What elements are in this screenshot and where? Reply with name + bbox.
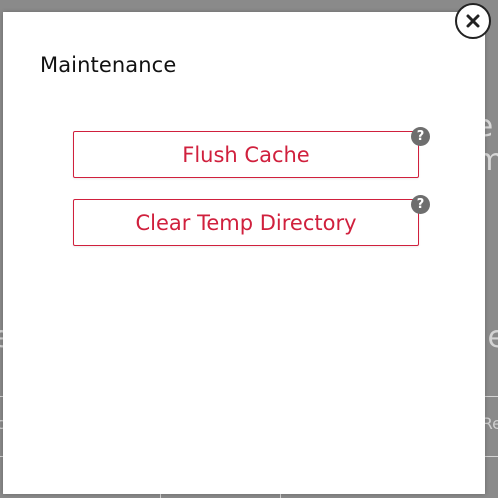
page: e m e e c Re Maintenance Flush Cache ? C…: [0, 0, 498, 498]
close-button[interactable]: [455, 3, 491, 39]
close-icon: [466, 14, 480, 28]
clear-temp-directory-button[interactable]: Clear Temp Directory: [73, 199, 419, 246]
dialog-backdrop: [3, 12, 485, 494]
help-icon[interactable]: ?: [411, 195, 430, 214]
maintenance-dialog: Maintenance Flush Cache ? Clear Temp Dir…: [3, 12, 485, 494]
help-icon[interactable]: ?: [411, 127, 430, 146]
dialog-title: Maintenance: [40, 53, 177, 77]
background-text-fragment: e: [487, 320, 498, 355]
flush-cache-button[interactable]: Flush Cache: [73, 131, 419, 178]
